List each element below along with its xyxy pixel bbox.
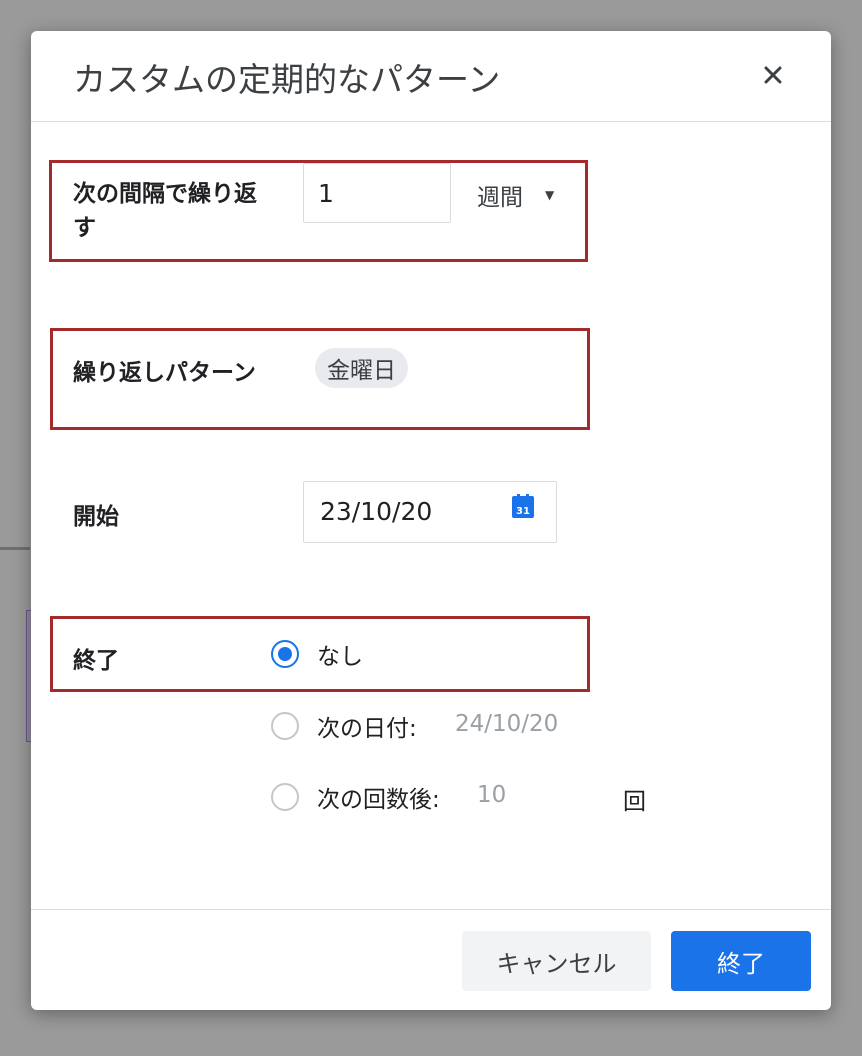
repeat-every-label: 次の間隔で繰り返 す	[73, 177, 257, 245]
day-chip-friday[interactable]: 金曜日	[315, 348, 408, 388]
repeat-every-label-line2: す	[73, 215, 96, 241]
occurrence-count-suffix: 回	[623, 789, 646, 815]
radio-on-date[interactable]	[271, 712, 299, 740]
start-date-input[interactable]: 23/10/20 31	[303, 481, 557, 543]
radio-never[interactable]	[271, 640, 299, 668]
background-divider	[0, 547, 30, 550]
cancel-button[interactable]: キャンセル	[462, 931, 651, 991]
end-option-never[interactable]: なし	[271, 637, 363, 671]
end-label: 終了	[73, 648, 119, 674]
repeat-unit-value: 週間	[477, 185, 523, 211]
repeat-interval-input[interactable]	[303, 163, 451, 223]
end-option-on-date[interactable]: 次の日付:	[271, 709, 417, 743]
end-option-after-count-label: 次の回数後:	[317, 787, 440, 813]
start-label: 開始	[73, 504, 119, 530]
dialog-title: カスタムの定期的なパターン	[73, 60, 501, 99]
dialog-header: カスタムの定期的なパターン	[31, 31, 831, 122]
repeat-unit-select[interactable]: 週間 ▼	[477, 177, 554, 213]
end-option-never-label: なし	[317, 644, 363, 670]
custom-recurrence-dialog: カスタムの定期的なパターン 次の間隔で繰り返 す 週間 ▼ 繰り返しパターン 金…	[31, 31, 831, 1010]
svg-text:31: 31	[516, 506, 530, 517]
caret-down-icon: ▼	[545, 188, 555, 202]
radio-after-count[interactable]	[271, 783, 299, 811]
repeat-every-label-line1: 次の間隔で繰り返	[73, 181, 257, 207]
end-date-value[interactable]: 24/10/20	[455, 711, 558, 737]
close-button[interactable]	[756, 58, 790, 92]
footer-divider	[31, 909, 831, 910]
end-option-after-count[interactable]: 次の回数後:	[271, 780, 440, 814]
close-icon	[764, 66, 782, 84]
end-option-on-date-label: 次の日付:	[317, 716, 417, 742]
repeat-on-label: 繰り返しパターン	[73, 360, 256, 386]
done-button[interactable]: 終了	[671, 931, 811, 991]
calendar-icon[interactable]: 31	[512, 494, 534, 518]
start-date-value: 23/10/20	[320, 497, 433, 526]
occurrence-count-value[interactable]: 10	[477, 782, 506, 808]
